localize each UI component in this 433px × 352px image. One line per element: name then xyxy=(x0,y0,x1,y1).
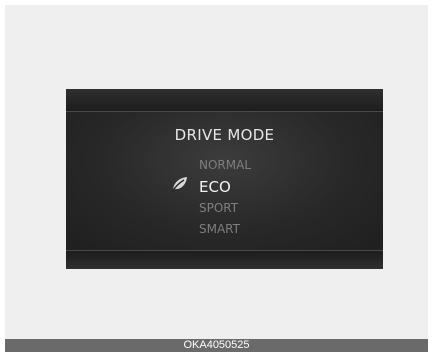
image-frame: DRIVE MODE NORMAL ECO SPORT SMART xyxy=(5,5,428,339)
mode-item-normal[interactable]: NORMAL xyxy=(199,155,319,176)
drive-mode-title: DRIVE MODE xyxy=(174,126,275,144)
mode-item-eco[interactable]: ECO xyxy=(199,176,319,198)
cluster-display: DRIVE MODE NORMAL ECO SPORT SMART xyxy=(66,89,383,269)
display-bottom-bar xyxy=(66,251,383,269)
leaf-icon xyxy=(171,177,187,192)
mode-item-sport[interactable]: SPORT xyxy=(199,198,319,219)
mode-item-smart[interactable]: SMART xyxy=(199,219,319,240)
image-code-caption: OKA4050525 xyxy=(183,339,250,351)
top-divider xyxy=(66,111,383,112)
caption-bar: OKA4050525 xyxy=(5,339,428,352)
drive-mode-list: NORMAL ECO SPORT SMART xyxy=(199,155,319,240)
display-top-bar xyxy=(66,89,383,111)
